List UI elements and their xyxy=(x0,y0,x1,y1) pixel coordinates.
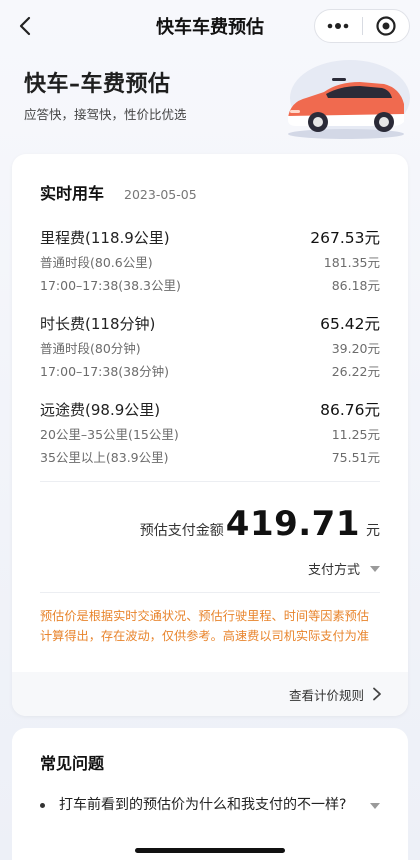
fee-row: 时长费(118分钟) 65.42元 xyxy=(40,310,380,336)
fee-label: 里程费(118.9公里) xyxy=(40,228,170,247)
rules-link-label: 查看计价规则 xyxy=(288,687,364,703)
fee-subrow: 普通时段(80.6公里) 181.35元 xyxy=(40,250,380,273)
fee-subrow: 17:00–17:38(38分钟) 26.22元 xyxy=(40,359,380,382)
fee-sub-amount: 26.22元 xyxy=(331,364,380,379)
fee-row: 里程费(118.9公里) 267.53元 xyxy=(40,224,380,250)
estimated-total: 预估支付金额 419.71 元 xyxy=(140,504,380,544)
fee-sub-amount: 11.25元 xyxy=(331,427,380,442)
fee-sub-amount: 75.51元 xyxy=(331,450,380,465)
fee-sub-label: 普通时段(80分钟) xyxy=(40,341,141,356)
more-button[interactable] xyxy=(315,10,362,42)
total-value: 419.71 xyxy=(225,504,360,544)
fee-sub-amount: 86.18元 xyxy=(331,278,380,293)
view-pricing-rules-link[interactable]: 查看计价规则 xyxy=(12,672,408,716)
fee-sub-amount: 39.20元 xyxy=(331,341,380,356)
caret-down-icon xyxy=(370,565,380,572)
fee-subrow: 20公里–35公里(15公里) 11.25元 xyxy=(40,422,380,445)
close-miniprogram-button[interactable] xyxy=(363,10,410,42)
more-dots-icon xyxy=(327,23,349,29)
fee-group-duration: 时长费(118分钟) 65.42元 普通时段(80分钟) 39.20元 17:0… xyxy=(40,310,380,382)
fee-label: 远途费(98.9公里) xyxy=(40,400,161,419)
fee-subrow: 17:00–17:38(38.3公里) 86.18元 xyxy=(40,273,380,296)
fee-group-long-distance: 远途费(98.9公里) 86.76元 20公里–35公里(15公里) 11.25… xyxy=(40,396,380,468)
fee-group-mileage: 里程费(118.9公里) 267.53元 普通时段(80.6公里) 181.35… xyxy=(40,224,380,296)
fee-sub-label: 35公里以上(83.9公里) xyxy=(40,450,169,465)
bullet-icon xyxy=(40,803,45,808)
fee-sub-label: 普通时段(80.6公里) xyxy=(40,255,153,270)
fee-sub-amount: 181.35元 xyxy=(323,255,380,270)
total-label: 预估支付金额 xyxy=(139,523,224,539)
divider xyxy=(40,592,380,593)
price-notice: 预估价是根据实时交通状况、预估行驶里程、时间等因素预估计算得出，存在波动，仅供参… xyxy=(40,609,370,643)
hero-title: 快车–车费预估 xyxy=(24,72,171,97)
faq-question: 打车前看到的预估价为什么和我支付的不一样? xyxy=(59,797,347,813)
home-indicator xyxy=(135,848,285,853)
chevron-right-icon xyxy=(373,687,381,701)
fee-amount: 65.42元 xyxy=(320,315,380,333)
fee-sub-label: 17:00–17:38(38分钟) xyxy=(40,364,169,379)
ride-type-heading: 实时用车 xyxy=(40,184,105,203)
fare-estimate-card: 实时用车 2023-05-05 里程费(118.9公里) 267.53元 普通时… xyxy=(12,154,408,716)
fee-sub-label: 20公里–35公里(15公里) xyxy=(40,427,179,442)
fee-amount: 267.53元 xyxy=(310,229,380,247)
nav-bar: 快车车费预估 xyxy=(0,0,420,52)
hero-banner: 快车–车费预估 应答快，接驾快，性价比优选 xyxy=(0,52,420,152)
fee-row: 远途费(98.9公里) 86.76元 xyxy=(40,396,380,422)
fee-subrow: 普通时段(80分钟) 39.20元 xyxy=(40,336,380,359)
faq-title: 常见问题 xyxy=(40,754,105,773)
payment-method-dropdown[interactable]: 支付方式 xyxy=(308,559,380,578)
page-title: 快车车费预估 xyxy=(156,17,264,38)
estimate-date: 2023-05-05 xyxy=(124,187,197,202)
payment-method-label: 支付方式 xyxy=(307,563,360,578)
fee-sub-label: 17:00–17:38(38.3公里) xyxy=(40,278,181,293)
divider xyxy=(40,481,380,482)
fee-amount: 86.76元 xyxy=(320,401,380,419)
fee-subrow: 35公里以上(83.9公里) 75.51元 xyxy=(40,445,380,468)
total-unit: 元 xyxy=(366,523,380,539)
faq-item[interactable]: 打车前看到的预估价为什么和我支付的不一样? xyxy=(40,794,380,816)
card-header: 实时用车 2023-05-05 xyxy=(40,180,197,204)
chevron-left-icon[interactable] xyxy=(14,14,38,38)
target-circle-icon xyxy=(376,16,396,36)
mini-program-capsule xyxy=(314,9,410,43)
hero-subtitle: 应答快，接驾快，性价比优选 xyxy=(24,107,187,122)
faq-card: 常见问题 打车前看到的预估价为什么和我支付的不一样? xyxy=(12,728,408,860)
fee-label: 时长费(118分钟) xyxy=(40,314,156,333)
car-illustration-icon xyxy=(288,60,410,139)
caret-down-icon xyxy=(370,803,380,809)
